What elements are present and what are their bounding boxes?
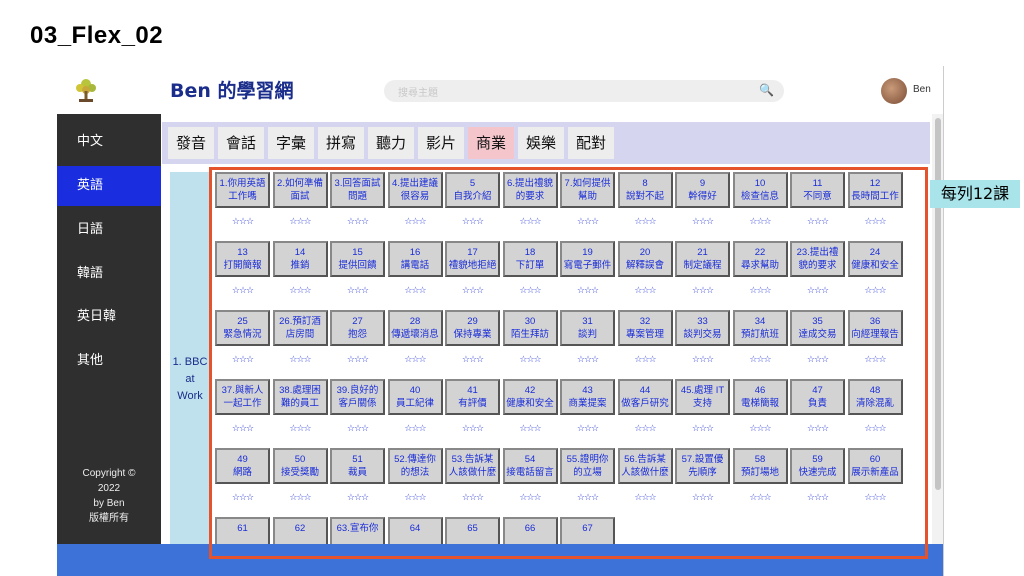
copyright-line: 版權所有 [89, 513, 129, 524]
category-label-line: Work [177, 390, 203, 402]
tab[interactable]: 配對 [568, 127, 614, 159]
sidebar-item[interactable]: 日語 [57, 210, 161, 250]
category-panel[interactable]: 1. BBC at Work [170, 172, 210, 546]
tab[interactable]: 聽力 [368, 127, 414, 159]
avatar[interactable] [881, 78, 907, 104]
sidebar-item[interactable]: 其他 [57, 341, 161, 381]
copyright-line: 2022 [97, 483, 121, 494]
sidebar-item[interactable]: 英語 [57, 166, 161, 206]
tab[interactable]: 拼寫 [318, 127, 364, 159]
search-icon[interactable]: 🔍 [759, 83, 774, 97]
scrollbar[interactable] [932, 114, 943, 544]
tab[interactable]: 字彙 [268, 127, 314, 159]
category-label-line: at [185, 373, 195, 385]
sidebar-item[interactable]: 中文 [57, 122, 161, 162]
site-title[interactable]: Ben 的學習網 [170, 76, 294, 103]
tab[interactable]: 商業 [468, 127, 514, 159]
sidebar-item[interactable]: 韓語 [57, 254, 161, 294]
tab[interactable]: 會話 [218, 127, 264, 159]
tree-logo-icon[interactable] [71, 76, 101, 106]
slide: 03_Flex_02 Ben 的學習網 搜尋主題 🔍 Ben 中文 英語 日語 韓語英… [0, 0, 1024, 576]
category-label-line: 1. BBC [172, 356, 208, 368]
scrollbar-thumb[interactable] [935, 118, 941, 490]
copyright: Copyright © 2022 by Ben 版權所有 [57, 466, 161, 526]
header: Ben 的學習網 搜尋主題 🔍 Ben [57, 66, 943, 114]
annotation-highlight-box [209, 167, 928, 559]
copyright-line: by Ben [93, 498, 125, 509]
search-placeholder: 搜尋主題 [398, 88, 438, 99]
tab[interactable]: 發音 [168, 127, 214, 159]
tab[interactable]: 影片 [418, 127, 464, 159]
search-input[interactable]: 搜尋主題 🔍 [384, 80, 784, 102]
category-label: 1. BBC at Work [170, 354, 210, 405]
sidebar: 中文 英語 日語 韓語 英日韓 其他 Copyright © 2022 by Ben 版權… [57, 114, 161, 576]
tab[interactable]: 娛樂 [518, 127, 564, 159]
annotation-note: 每列12課 [930, 180, 1020, 208]
tab-bar: 發音 會話 字彙 拼寫 聽力 影片 商業 娛樂 配對 [162, 122, 930, 164]
slide-title: 03_Flex_02 [30, 22, 164, 49]
user-name[interactable]: Ben [913, 84, 931, 95]
sidebar-item[interactable]: 英日韓 [57, 297, 161, 337]
copyright-line: Copyright © [82, 468, 136, 479]
